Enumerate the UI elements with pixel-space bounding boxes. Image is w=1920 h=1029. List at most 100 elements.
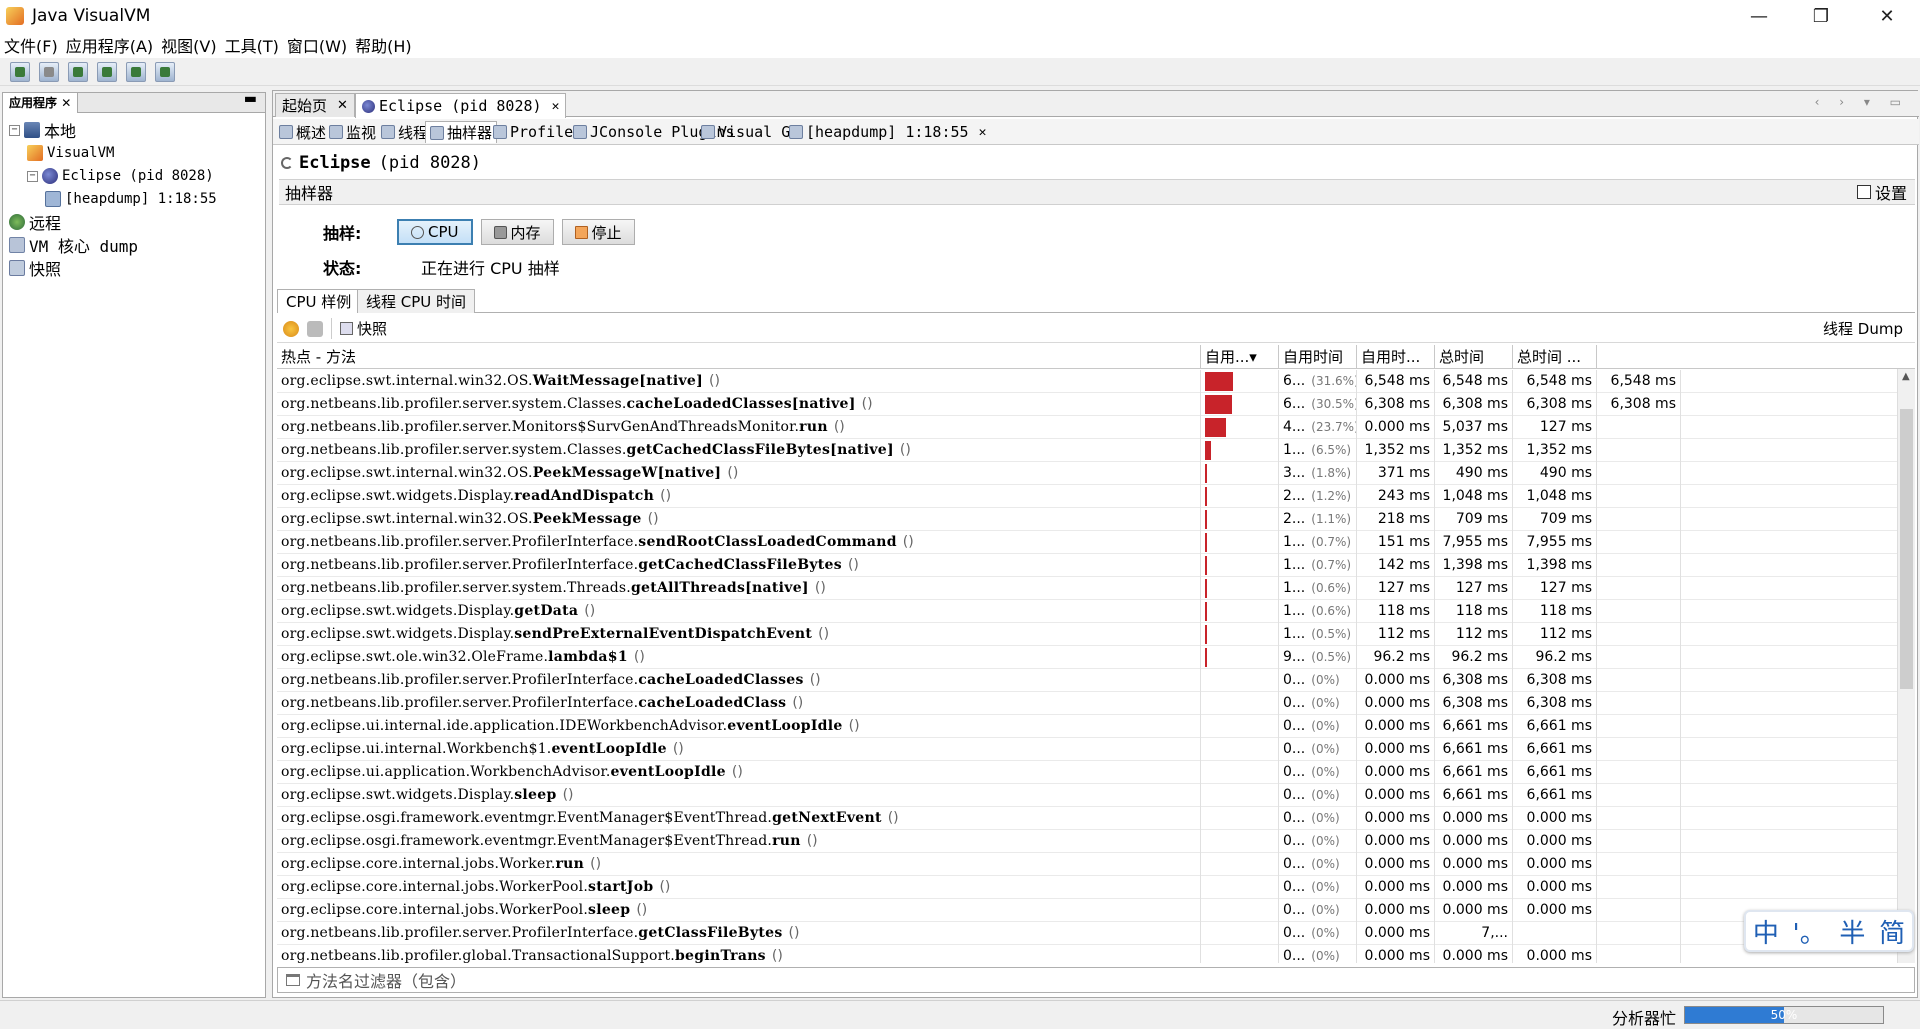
tab-threads[interactable]: 线程	[377, 121, 432, 143]
tree-node[interactable]: 快照	[9, 257, 61, 279]
table-row[interactable]: org.eclipse.swt.widgets.Display.readAndD…	[277, 485, 1915, 508]
ime-toolbar[interactable]: 中 '。 半 简	[1744, 910, 1914, 952]
stop-sample-button[interactable]: 停止	[561, 219, 635, 245]
profiler-snapshot-icon[interactable]	[126, 61, 146, 82]
menu-window[interactable]: 窗口(W)	[287, 33, 347, 57]
table-row[interactable]: org.eclipse.swt.internal.win32.OS.WaitMe…	[277, 370, 1915, 393]
table-row[interactable]: org.eclipse.swt.internal.win32.OS.PeekMe…	[277, 462, 1915, 485]
table-row[interactable]: org.eclipse.ui.application.WorkbenchAdvi…	[277, 761, 1915, 784]
column-header[interactable]: 总时间	[1435, 345, 1513, 369]
self-cpu-cell: 6,661 ms	[1435, 738, 1513, 761]
tab-heapdump[interactable]: [heapdump] 1:18:55 ✕	[785, 121, 990, 143]
table-row[interactable]: org.eclipse.core.internal.jobs.WorkerPoo…	[277, 876, 1915, 899]
table-row[interactable]: org.netbeans.lib.profiler.server.Profile…	[277, 922, 1915, 945]
tab-start-page[interactable]: 起始页 ✕	[275, 93, 355, 117]
minimize-panel-icon[interactable]: ▬	[244, 91, 257, 107]
thread-dump-button[interactable]: 线程 Dump	[1823, 318, 1903, 339]
self-percent-cell: 0... (0%)	[1279, 899, 1357, 922]
table-row[interactable]: org.eclipse.osgi.framework.eventmgr.Even…	[277, 807, 1915, 830]
table-row[interactable]: org.netbeans.lib.profiler.server.Profile…	[277, 531, 1915, 554]
method-package: org.eclipse.core.internal.jobs.WorkerPoo…	[281, 879, 589, 895]
menu-application[interactable]: 应用程序(A)	[66, 33, 153, 57]
thread-dump-icon[interactable]	[97, 61, 117, 82]
pause-icon[interactable]	[283, 320, 299, 337]
table-row[interactable]: org.netbeans.lib.profiler.server.system.…	[277, 393, 1915, 416]
snapshot-button[interactable]: 快照	[331, 318, 387, 339]
document-nav-arrows[interactable]: ‹ › ▾ ▭	[1815, 95, 1909, 109]
table-row[interactable]: org.netbeans.lib.profiler.server.Profile…	[277, 669, 1915, 692]
table-row[interactable]: org.eclipse.core.internal.jobs.Worker.ru…	[277, 853, 1915, 876]
ime-chinese-mode[interactable]: 中	[1753, 913, 1779, 950]
add-jmx-connection-icon[interactable]	[10, 61, 30, 82]
column-header[interactable]: 自用...▾	[1201, 345, 1279, 369]
menu-tools[interactable]: 工具(T)	[225, 33, 279, 57]
tab-cpu-samples[interactable]: CPU 样例	[277, 289, 361, 313]
settings-toggle[interactable]: 设置	[1856, 180, 1907, 204]
close-window-button[interactable]: ✕	[1856, 0, 1918, 32]
method-package: org.eclipse.swt.internal.win32.OS.	[281, 373, 533, 389]
table-row[interactable]: org.eclipse.ui.internal.Workbench$1.even…	[277, 738, 1915, 761]
cpu-sample-button[interactable]: CPU	[397, 219, 473, 245]
table-row[interactable]: org.netbeans.lib.profiler.server.Monitor…	[277, 416, 1915, 439]
maximize-button[interactable]: ❐	[1790, 0, 1852, 32]
table-row[interactable]: org.eclipse.swt.internal.win32.OS.PeekMe…	[277, 508, 1915, 531]
tab-overview[interactable]: 概述	[275, 121, 330, 143]
tab-sampler[interactable]: 抽样器	[425, 121, 498, 143]
refresh-icon[interactable]	[307, 320, 323, 337]
table-row[interactable]: org.eclipse.core.internal.jobs.WorkerPoo…	[277, 899, 1915, 922]
tab-thread-cpu-time[interactable]: 线程 CPU 时间	[357, 289, 476, 313]
load-snapshot-icon[interactable]	[155, 61, 175, 82]
vertical-scrollbar[interactable]: ▲	[1897, 369, 1915, 963]
tree-node[interactable]: VM 核心 dump	[9, 234, 138, 256]
method-filter-input[interactable]: 方法名过滤器（包含）	[277, 967, 1915, 993]
tree-node[interactable]: [heapdump] 1:18:55	[45, 188, 217, 210]
total-cpu-cell	[1597, 577, 1681, 600]
table-row[interactable]: org.eclipse.ui.internal.ide.application.…	[277, 715, 1915, 738]
heap-dump-icon[interactable]	[68, 61, 88, 82]
ime-half-width-mode[interactable]: 半	[1839, 913, 1865, 950]
ime-punctuation-mode[interactable]: '。	[1793, 913, 1826, 950]
table-row[interactable]: org.eclipse.swt.widgets.Display.sendPreE…	[277, 623, 1915, 646]
table-row[interactable]: org.eclipse.swt.widgets.Display.sleep() 0…	[277, 784, 1915, 807]
tree-expander-icon[interactable]: −	[9, 124, 20, 136]
table-row[interactable]: org.eclipse.swt.widgets.Display.getData(…	[277, 600, 1915, 623]
applications-tab[interactable]: 应用程序 ✕	[3, 92, 79, 113]
close-icon[interactable]: ✕	[979, 125, 987, 140]
tab-monitor[interactable]: 监视	[325, 121, 380, 143]
table-row[interactable]: org.netbeans.lib.profiler.server.Profile…	[277, 692, 1915, 715]
ime-simplified-mode[interactable]: 简	[1879, 913, 1905, 950]
column-header[interactable]: 总时间 ...	[1513, 345, 1597, 369]
tab-eclipse[interactable]: Eclipse (pid 8028) ✕	[355, 93, 567, 118]
close-icon[interactable]: ✕	[337, 98, 348, 113]
scrollbar-thumb[interactable]	[1900, 409, 1913, 689]
table-row[interactable]: org.netbeans.lib.profiler.server.Profile…	[277, 554, 1915, 577]
column-header[interactable]: 自用时间	[1279, 345, 1357, 369]
total-cpu-cell	[1597, 531, 1681, 554]
table-row[interactable]: org.netbeans.lib.profiler.global.Transac…	[277, 945, 1915, 963]
memory-sample-button[interactable]: 内存	[480, 219, 554, 245]
minimize-button[interactable]: —	[1728, 0, 1790, 32]
menu-file[interactable]: 文件(F)	[4, 33, 58, 57]
menu-help[interactable]: 帮助(H)	[355, 33, 412, 57]
tree-node[interactable]: − Eclipse (pid 8028)	[27, 165, 214, 187]
close-icon[interactable]: ✕	[61, 96, 71, 110]
self-percent-cell: 4... (23.7%)	[1279, 416, 1357, 439]
column-header[interactable]: 热点 - 方法	[277, 345, 1201, 369]
tree-expander-icon[interactable]: −	[27, 170, 38, 182]
scroll-up-icon[interactable]: ▲	[1902, 371, 1910, 382]
column-header[interactable]: 自用时...	[1357, 345, 1435, 369]
method-package: org.eclipse.swt.internal.win32.OS.	[281, 511, 533, 527]
self-time-cell: 0.000 ms	[1357, 853, 1435, 876]
self-percent-cell: 0... (0%)	[1279, 738, 1357, 761]
add-core-dump-icon[interactable]	[39, 61, 59, 82]
tree-node[interactable]: − 本地	[9, 119, 76, 141]
close-icon[interactable]: ✕	[552, 99, 560, 114]
table-row[interactable]: org.eclipse.osgi.framework.eventmgr.Even…	[277, 830, 1915, 853]
table-row[interactable]: org.eclipse.swt.ole.win32.OleFrame.lambd…	[277, 646, 1915, 669]
menu-view[interactable]: 视图(V)	[161, 33, 216, 57]
settings-checkbox[interactable]	[1856, 185, 1871, 199]
table-row[interactable]: org.netbeans.lib.profiler.server.system.…	[277, 577, 1915, 600]
tree-node[interactable]: VisualVM	[27, 142, 114, 164]
table-row[interactable]: org.netbeans.lib.profiler.server.system.…	[277, 439, 1915, 462]
tree-node[interactable]: 远程	[9, 211, 61, 233]
